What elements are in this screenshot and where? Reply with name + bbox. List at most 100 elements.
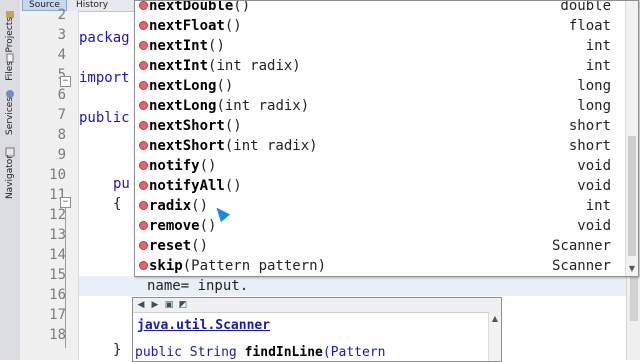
completion-signature: reset() bbox=[149, 236, 208, 256]
completion-params: (int radix) bbox=[224, 138, 318, 154]
completion-return-type: long bbox=[577, 78, 611, 94]
completion-params: () bbox=[199, 158, 217, 174]
completion-return-type: void bbox=[577, 158, 611, 174]
fold-guide bbox=[65, 208, 66, 348]
line-number: 14 bbox=[49, 247, 66, 263]
completion-params: () bbox=[199, 218, 217, 234]
completion-item[interactable]: reset() Scanner bbox=[135, 236, 625, 256]
code-line: public bbox=[79, 110, 130, 126]
completion-method-name: nextLong bbox=[149, 78, 217, 94]
completion-item[interactable]: skip(Pattern pattern) Scanner bbox=[135, 256, 625, 276]
navigator-icon bbox=[5, 142, 15, 157]
open-source-icon[interactable]: ▣ bbox=[164, 300, 174, 310]
completion-item[interactable]: nextLong(int radix) long bbox=[135, 96, 625, 116]
completion-item[interactable]: radix() int bbox=[135, 196, 625, 216]
method-icon bbox=[139, 201, 148, 210]
completion-return-type: int bbox=[585, 38, 611, 54]
completion-signature: radix() bbox=[149, 196, 208, 216]
line-number: 8 bbox=[57, 127, 66, 143]
open-browser-icon[interactable]: ◩ bbox=[178, 300, 188, 310]
fold-toggle-icon[interactable]: − bbox=[60, 197, 71, 208]
side-tab-services[interactable]: Services bbox=[1, 84, 19, 135]
completion-scrollbar[interactable]: ▼ bbox=[625, 1, 638, 276]
completion-item[interactable]: nextShort() short bbox=[135, 116, 625, 136]
line-number-gutter: 2 3 4 5 6 7 8 9 10 11 12 13 14 15 16 17 … bbox=[20, 7, 79, 360]
code-completion-popup[interactable]: nextDouble() double nextFloat() float nextIn… bbox=[134, 0, 639, 277]
method-icon bbox=[139, 121, 148, 130]
files-icon bbox=[5, 48, 15, 63]
completion-method-name: notify bbox=[149, 158, 200, 174]
forward-arrow-icon[interactable]: ▶ bbox=[150, 300, 160, 310]
completion-return-type: double bbox=[560, 0, 611, 14]
completion-params: (int radix) bbox=[208, 58, 301, 74]
side-tab-files[interactable]: Files bbox=[1, 48, 19, 81]
completion-scrollbar-thumb[interactable] bbox=[628, 136, 636, 256]
completion-return-type: Scanner bbox=[551, 258, 611, 274]
method-icon bbox=[139, 1, 148, 10]
line-number: 16 bbox=[49, 287, 66, 303]
completion-return-type: Scanner bbox=[551, 238, 611, 254]
javadoc-scrollbar[interactable]: ▲ bbox=[488, 312, 501, 361]
method-icon bbox=[139, 261, 148, 270]
completion-method-name: nextDouble bbox=[149, 0, 234, 14]
completion-params: () bbox=[224, 178, 242, 194]
javadoc-toolbar: ◀ ▶ ▣ ◩ bbox=[133, 298, 501, 313]
completion-item[interactable]: notifyAll() void bbox=[135, 176, 625, 196]
completion-params: (int radix) bbox=[216, 98, 310, 114]
tab-history[interactable]: History bbox=[70, 0, 114, 10]
line-number: 4 bbox=[57, 47, 66, 63]
completion-method-name: nextLong bbox=[149, 98, 217, 114]
completion-item[interactable]: nextShort(int radix) short bbox=[135, 136, 625, 156]
line-number: 12 bbox=[49, 207, 66, 223]
back-arrow-icon[interactable]: ◀ bbox=[136, 300, 146, 310]
code-line: pu bbox=[113, 176, 130, 192]
scroll-down-icon[interactable]: ▼ bbox=[627, 264, 637, 274]
code-line-current: name= input. bbox=[147, 278, 249, 294]
completion-params: () bbox=[233, 0, 251, 14]
projects-icon bbox=[5, 4, 15, 18]
completion-signature: nextInt() bbox=[149, 36, 225, 56]
completion-return-type: void bbox=[577, 178, 611, 194]
completion-item[interactable]: nextInt() int bbox=[135, 36, 625, 56]
completion-params: () bbox=[224, 118, 242, 134]
sig-modifier: public bbox=[135, 345, 182, 360]
completion-item[interactable]: nextFloat() float bbox=[135, 16, 625, 36]
fold-toggle-icon[interactable]: − bbox=[60, 76, 71, 87]
side-tab-projects[interactable]: Projects bbox=[1, 4, 19, 52]
side-tab-label: Navigator bbox=[5, 155, 15, 200]
completion-signature: nextInt(int radix) bbox=[149, 56, 301, 76]
completion-item[interactable]: notify() void bbox=[135, 156, 625, 176]
line-number: 15 bbox=[49, 267, 66, 283]
method-icon bbox=[139, 241, 148, 250]
code-line: { bbox=[113, 196, 122, 212]
completion-params: () bbox=[216, 78, 234, 94]
completion-signature: nextFloat() bbox=[149, 16, 242, 36]
line-number: 6 bbox=[57, 87, 66, 103]
completion-return-type: float bbox=[568, 18, 611, 34]
completion-method-name: nextInt bbox=[149, 58, 209, 74]
line-number: 7 bbox=[57, 107, 66, 123]
completion-params: () bbox=[191, 198, 209, 214]
completion-params: () bbox=[191, 238, 209, 254]
completion-method-name: radix bbox=[149, 198, 192, 214]
line-number: 3 bbox=[57, 27, 66, 43]
line-number: 2 bbox=[57, 7, 66, 23]
completion-signature: nextShort() bbox=[149, 116, 242, 136]
completion-return-type: void bbox=[577, 218, 611, 234]
completion-method-name: nextShort bbox=[149, 138, 225, 154]
completion-return-type: long bbox=[577, 98, 611, 114]
line-number: 13 bbox=[49, 227, 66, 243]
completion-item[interactable]: nextDouble() double bbox=[135, 0, 625, 16]
completion-item[interactable]: nextLong() long bbox=[135, 76, 625, 96]
completion-item[interactable]: nextInt(int radix) int bbox=[135, 56, 625, 76]
sig-method-name: findInLine bbox=[244, 345, 323, 360]
completion-params: (Pattern pattern) bbox=[182, 258, 327, 274]
method-icon bbox=[139, 221, 148, 230]
line-number: 17 bbox=[49, 307, 66, 323]
completion-item[interactable]: remove() void bbox=[135, 216, 625, 236]
method-icon bbox=[139, 61, 148, 70]
scroll-up-icon[interactable]: ▲ bbox=[490, 314, 500, 324]
side-tab-navigator[interactable]: Navigator bbox=[1, 142, 19, 199]
side-panel-strip: Projects Files Services Navigator bbox=[0, 0, 21, 360]
javadoc-class-link[interactable]: java.util.Scanner bbox=[137, 318, 270, 333]
